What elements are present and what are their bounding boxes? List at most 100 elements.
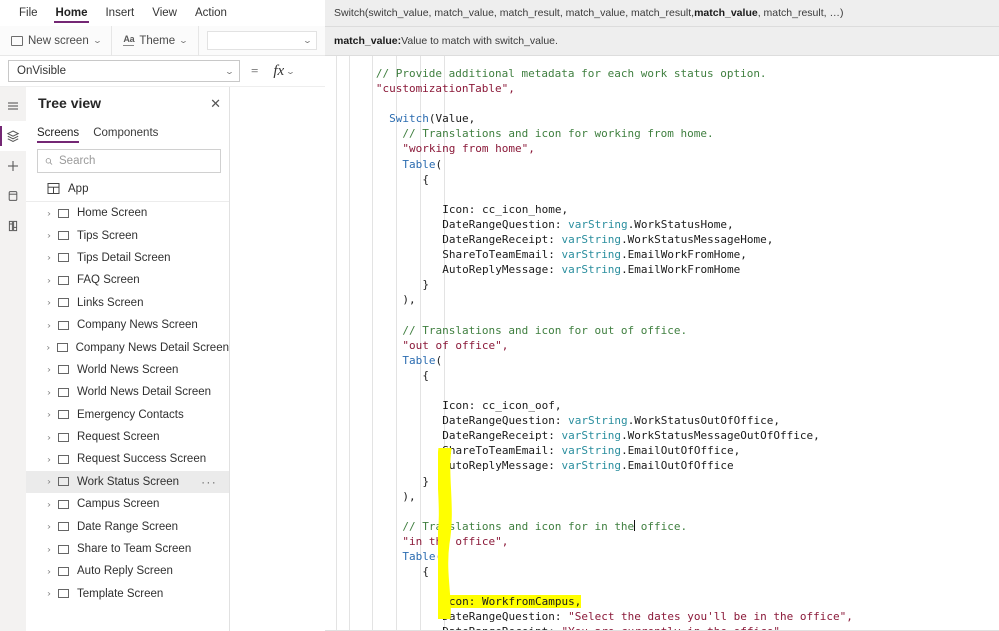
media-icon[interactable] xyxy=(0,211,26,241)
chevron-right-icon[interactable]: › xyxy=(40,298,58,307)
menu-item-action[interactable]: Action xyxy=(186,0,236,26)
tree-item-screen[interactable]: › Company News Detail Screen xyxy=(26,336,229,358)
code-token: .WorkStatusHome, xyxy=(627,217,734,231)
code-token: { xyxy=(422,565,429,579)
code-token: varString xyxy=(561,459,622,473)
chevron-right-icon[interactable]: › xyxy=(40,209,58,218)
new-screen-label: New screen xyxy=(28,34,89,47)
screen-icon xyxy=(58,365,69,375)
code-line: // Translations and icon for working fro… xyxy=(325,126,999,141)
code-token: } xyxy=(422,474,429,488)
tree-item-screen[interactable]: › Tips Screen xyxy=(26,224,229,246)
tree-item-screen[interactable]: › Auto Reply Screen xyxy=(26,560,229,582)
code-token: // Provide additional metadata for each … xyxy=(375,67,767,80)
tree-search-wrapper xyxy=(26,143,229,177)
code-token: (Value, xyxy=(428,112,476,126)
chevron-right-icon[interactable]: › xyxy=(40,276,58,285)
tree-item-screen[interactable]: › Template Screen xyxy=(26,583,229,605)
code-token: ShareToTeamEmail: xyxy=(442,444,562,458)
tree-item-screen[interactable]: › Company News Screen xyxy=(26,314,229,336)
tree-view-panel: Tree view ✕ Screens Components Search Ap… xyxy=(26,87,230,631)
search-input[interactable] xyxy=(59,155,213,167)
code-line: AutoReplyMessage: varString.EmailOutOfOf… xyxy=(325,458,999,473)
chevron-right-icon[interactable]: › xyxy=(40,477,58,486)
search-box[interactable] xyxy=(37,149,221,173)
tree-item-screen-label: Auto Reply Screen xyxy=(77,565,173,578)
chevron-right-icon[interactable]: › xyxy=(40,253,58,262)
style-dropdown[interactable]: ⌄ xyxy=(206,31,317,50)
tab-screens[interactable]: Screens xyxy=(37,127,80,143)
property-selector-value: OnVisible xyxy=(17,65,67,77)
code-line: ), xyxy=(325,489,999,504)
fx-button[interactable]: fx ⌄ xyxy=(269,63,298,80)
chevron-down-icon: ⌄ xyxy=(92,36,103,45)
close-icon[interactable]: ✕ xyxy=(210,97,221,110)
screen-icon xyxy=(58,499,69,509)
code-token: ( xyxy=(435,353,443,367)
tree-item-app-label: App xyxy=(68,182,89,195)
data-icon[interactable] xyxy=(0,181,26,211)
tree-item-app[interactable]: App xyxy=(26,177,229,202)
screen-icon xyxy=(58,589,69,599)
theme-button[interactable]: Aa Theme ⌄ xyxy=(120,33,189,49)
tree-item-screen[interactable]: › Share to Team Screen xyxy=(26,538,229,560)
tree-item-screen[interactable]: › World News Detail Screen xyxy=(26,381,229,403)
chevron-right-icon[interactable]: › xyxy=(40,321,58,330)
chevron-right-icon[interactable]: › xyxy=(40,231,58,240)
tree-item-screen[interactable]: › Links Screen xyxy=(26,292,229,314)
chevron-right-icon[interactable]: › xyxy=(40,365,58,374)
menu-item-view[interactable]: View xyxy=(143,0,186,26)
code-line: DateRangeQuestion: varString.WorkStatusO… xyxy=(325,413,999,428)
menu-item-home[interactable]: Home xyxy=(47,0,97,26)
tree-item-screen-label: FAQ Screen xyxy=(77,274,140,287)
code-token: DateRangeReceipt: xyxy=(442,233,562,247)
tree-screen-list: › Home Screen › Tips Screen › Tips Detail Scr… xyxy=(26,202,229,631)
menu-item-insert[interactable]: Insert xyxy=(96,0,143,26)
chevron-right-icon[interactable]: › xyxy=(40,433,58,442)
tree-item-screen[interactable]: › World News Screen xyxy=(26,359,229,381)
chevron-right-icon[interactable]: › xyxy=(40,343,56,352)
chevron-right-icon[interactable]: › xyxy=(40,545,58,554)
code-line: AutoReplyMessage: varString.EmailWorkFro… xyxy=(325,262,999,277)
code-token: // Translations and icon for working fro… xyxy=(402,127,714,141)
tree-item-screen[interactable]: › FAQ Screen xyxy=(26,269,229,291)
tab-components[interactable]: Components xyxy=(93,127,158,143)
tree-item-screen[interactable]: › Tips Detail Screen xyxy=(26,247,229,269)
equals-sign: = xyxy=(251,63,259,78)
tree-item-screen[interactable]: › Request Screen xyxy=(26,426,229,448)
chevron-right-icon[interactable]: › xyxy=(40,455,58,464)
tree-view-icon[interactable] xyxy=(0,121,26,151)
code-token: DateRangeReceipt: xyxy=(442,429,562,443)
chevron-right-icon[interactable]: › xyxy=(40,388,58,397)
property-selector[interactable]: OnVisible ⌄ xyxy=(8,60,240,82)
tree-item-screen-label: World News Detail Screen xyxy=(77,386,212,399)
tree-item-screen[interactable]: › Campus Screen xyxy=(26,493,229,515)
chevron-right-icon[interactable]: › xyxy=(40,410,58,419)
chevron-right-icon[interactable]: › xyxy=(40,500,58,509)
chevron-right-icon[interactable]: › xyxy=(40,589,58,598)
code-token: .EmailWorkFromHome, xyxy=(621,248,747,262)
code-line: Switch(Value, xyxy=(325,111,999,126)
chevron-right-icon[interactable]: › xyxy=(40,567,58,576)
tree-item-screen[interactable]: › Home Screen xyxy=(26,202,229,224)
chevron-down-icon: ⌄ xyxy=(224,66,235,76)
tree-item-screen[interactable]: › Work Status Screen ··· xyxy=(26,470,229,494)
code-token: ), xyxy=(402,489,416,503)
chevron-right-icon[interactable]: › xyxy=(40,522,58,531)
plus-icon[interactable] xyxy=(0,151,26,181)
more-options-icon[interactable]: ··· xyxy=(201,476,217,488)
tree-item-screen[interactable]: › Emergency Contacts xyxy=(26,404,229,426)
code-token: varString xyxy=(561,429,622,443)
formula-code-editor[interactable]: // Provide additional metadata for each … xyxy=(325,56,999,631)
code-token: ), xyxy=(402,293,416,307)
new-screen-button[interactable]: New screen ⌄ xyxy=(8,33,103,49)
code-line: "in the office", xyxy=(325,534,999,549)
tree-item-screen[interactable]: › Date Range Screen xyxy=(26,515,229,537)
powerapps-studio-window: File Home Insert View Action New screen … xyxy=(0,0,999,631)
hamburger-icon[interactable] xyxy=(0,91,26,121)
tree-item-screen[interactable]: › Request Success Screen xyxy=(26,448,229,470)
menu-item-file[interactable]: File xyxy=(10,0,47,26)
code-content[interactable]: // Provide additional metadata for each … xyxy=(325,56,999,631)
